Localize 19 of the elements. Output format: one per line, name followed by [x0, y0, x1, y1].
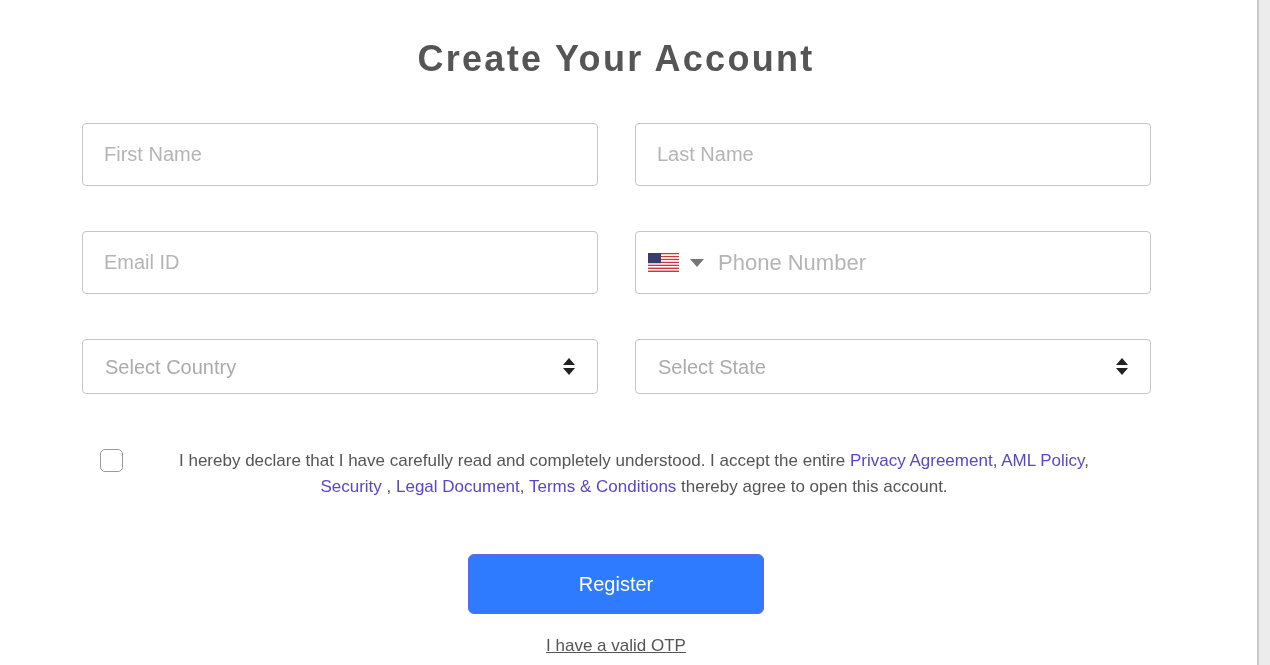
text-input-field[interactable]: Last Name — [635, 123, 1151, 186]
register-button[interactable]: Register — [468, 554, 764, 614]
otp-link[interactable]: I have a valid OTP — [546, 635, 686, 657]
phone-field[interactable]: Phone Number — [635, 231, 1151, 294]
sort-arrows-icon — [1116, 358, 1128, 375]
agreement-text: I hereby declare that I have carefully read and completely understood. I accept the entire Privacy Agreement, AML Policy, Security , Legal Document, Terms & Conditions thereby agree to open this account. — [178, 450, 1090, 498]
policy-link[interactable]: AML Policy — [1001, 451, 1085, 470]
caret-icon[interactable] — [690, 258, 704, 267]
text-input-field[interactable]: Email ID — [82, 231, 598, 294]
text-input-field[interactable]: First Name — [82, 123, 598, 186]
sort-arrows-icon — [563, 358, 575, 375]
policy-link[interactable]: Terms & Conditions — [528, 477, 677, 496]
policy-link[interactable]: Privacy Agreement — [849, 451, 993, 470]
page-title: Create Your Account — [417, 37, 815, 81]
policy-link[interactable]: Security — [320, 477, 382, 496]
flag-icon[interactable] — [648, 253, 679, 272]
policy-link[interactable]: Legal Document — [396, 477, 520, 496]
agreement-checkbox[interactable] — [100, 449, 123, 472]
phone-number-input[interactable]: Phone Number — [718, 232, 1150, 293]
